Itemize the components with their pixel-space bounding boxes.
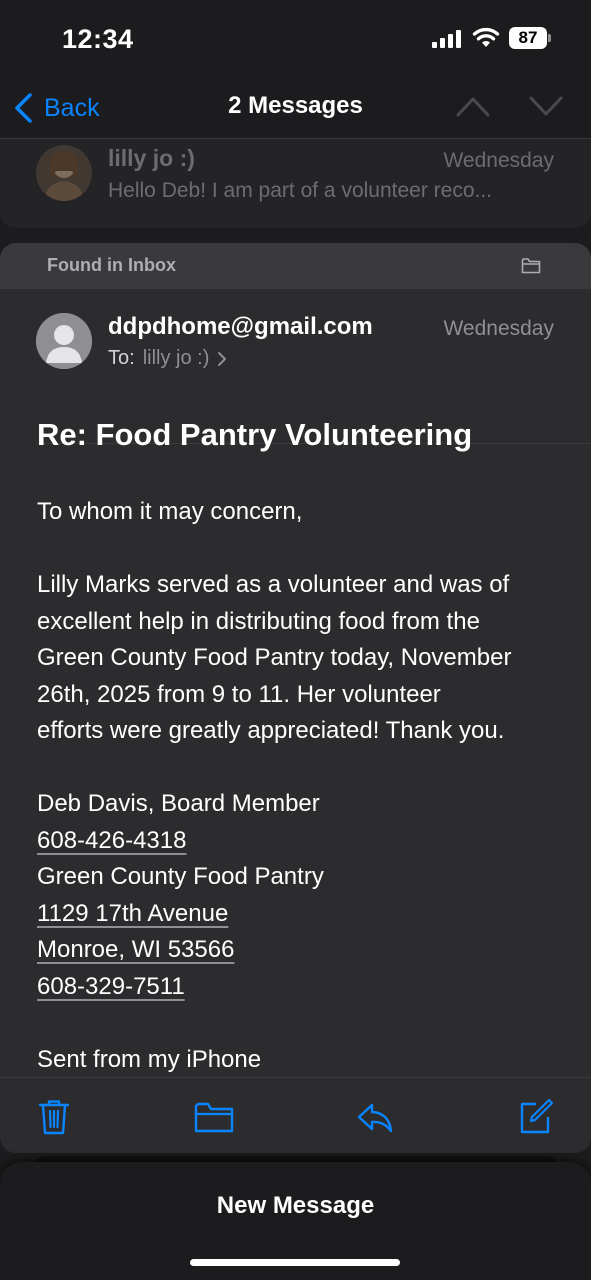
previous-date: Wednesday — [443, 149, 554, 172]
trash-icon[interactable] — [36, 1098, 72, 1136]
battery-indicator: 87 — [509, 27, 551, 49]
found-in-label: Found in Inbox — [47, 255, 176, 275]
cellular-signal-icon — [432, 30, 461, 48]
avatar — [36, 313, 92, 369]
previous-message-card[interactable]: lilly jo :) Wednesday Hello Deb! I am pa… — [0, 138, 591, 228]
phone-link-2[interactable]: 608-329-7511 — [37, 973, 185, 1000]
reply-icon[interactable] — [356, 1098, 394, 1136]
new-message-label: New Message — [216, 1192, 375, 1219]
compose-icon[interactable] — [518, 1098, 554, 1136]
message-header: ddpdhome@gmail.com Wednesday To: lilly j… — [0, 289, 591, 444]
recipient-line[interactable]: To: lilly jo :) — [108, 347, 227, 370]
body-line: efforts were greatly appreciated! Thank … — [37, 717, 505, 744]
body-line: Lilly Marks served as a volunteer and wa… — [37, 571, 510, 598]
found-in-inbox-bar[interactable]: Found in Inbox — [0, 243, 591, 289]
mail-screen: 12:34 87 Back 2 Messages lilly jo:) Wed… — [0, 0, 591, 1280]
signature-org: Green County Food Pantry — [37, 863, 324, 890]
body-line: excellent help in distributing food from… — [37, 607, 480, 635]
previous-snippet: Hello Deb! I am part of a volunteer reco… — [108, 179, 493, 202]
chevron-down-icon[interactable] — [528, 94, 564, 118]
chevron-up-icon[interactable] — [455, 94, 491, 118]
greeting: To whom it may concern, — [37, 498, 303, 525]
battery-tip — [548, 34, 551, 42]
nav-bar: Back 2 Messages — [0, 80, 591, 138]
status-bar: 12:34 87 — [0, 0, 591, 80]
body-line: Green County Food Pantry today, November — [37, 644, 512, 671]
message-toolbar — [0, 1077, 591, 1153]
signature-name: Deb Davis, Board Member — [37, 790, 320, 817]
battery-level: 87 — [509, 27, 547, 49]
message-subject: Re: Food Pantry Volunteering — [37, 417, 473, 452]
recipient-name: lilly jo :) — [142, 347, 210, 369]
address-city-link[interactable]: Monroe, WI 53566 — [37, 936, 234, 963]
home-indicator[interactable] — [190, 1259, 400, 1266]
to-label: To: — [108, 347, 135, 369]
nav-title: 2 Messages — [228, 92, 363, 119]
message-card: Found in Inbox ddpdhome@gmail.com Wednes… — [0, 243, 591, 1153]
previous-sender: lilly jo :) — [108, 145, 195, 171]
folder-icon[interactable] — [194, 1098, 234, 1136]
body-line: 26th, 2025 from 9 to 11. Her volunteer — [37, 680, 441, 708]
message-body: To whom it may concern, Lilly Marks serv… — [37, 494, 557, 1078]
wifi-icon — [472, 27, 500, 47]
message-date: Wednesday — [443, 317, 554, 340]
folder-icon — [521, 258, 541, 274]
address-street-link[interactable]: 1129 17th Avenue — [37, 900, 228, 927]
sent-from-line: Sent from my iPhone — [37, 1045, 262, 1073]
avatar — [36, 145, 92, 201]
phone-link[interactable]: 608-426-4318 — [37, 827, 186, 854]
sender-address[interactable]: ddpdhome@gmail.com — [108, 313, 373, 341]
status-time: 12:34 — [62, 24, 134, 54]
chevron-right-icon — [218, 351, 227, 366]
